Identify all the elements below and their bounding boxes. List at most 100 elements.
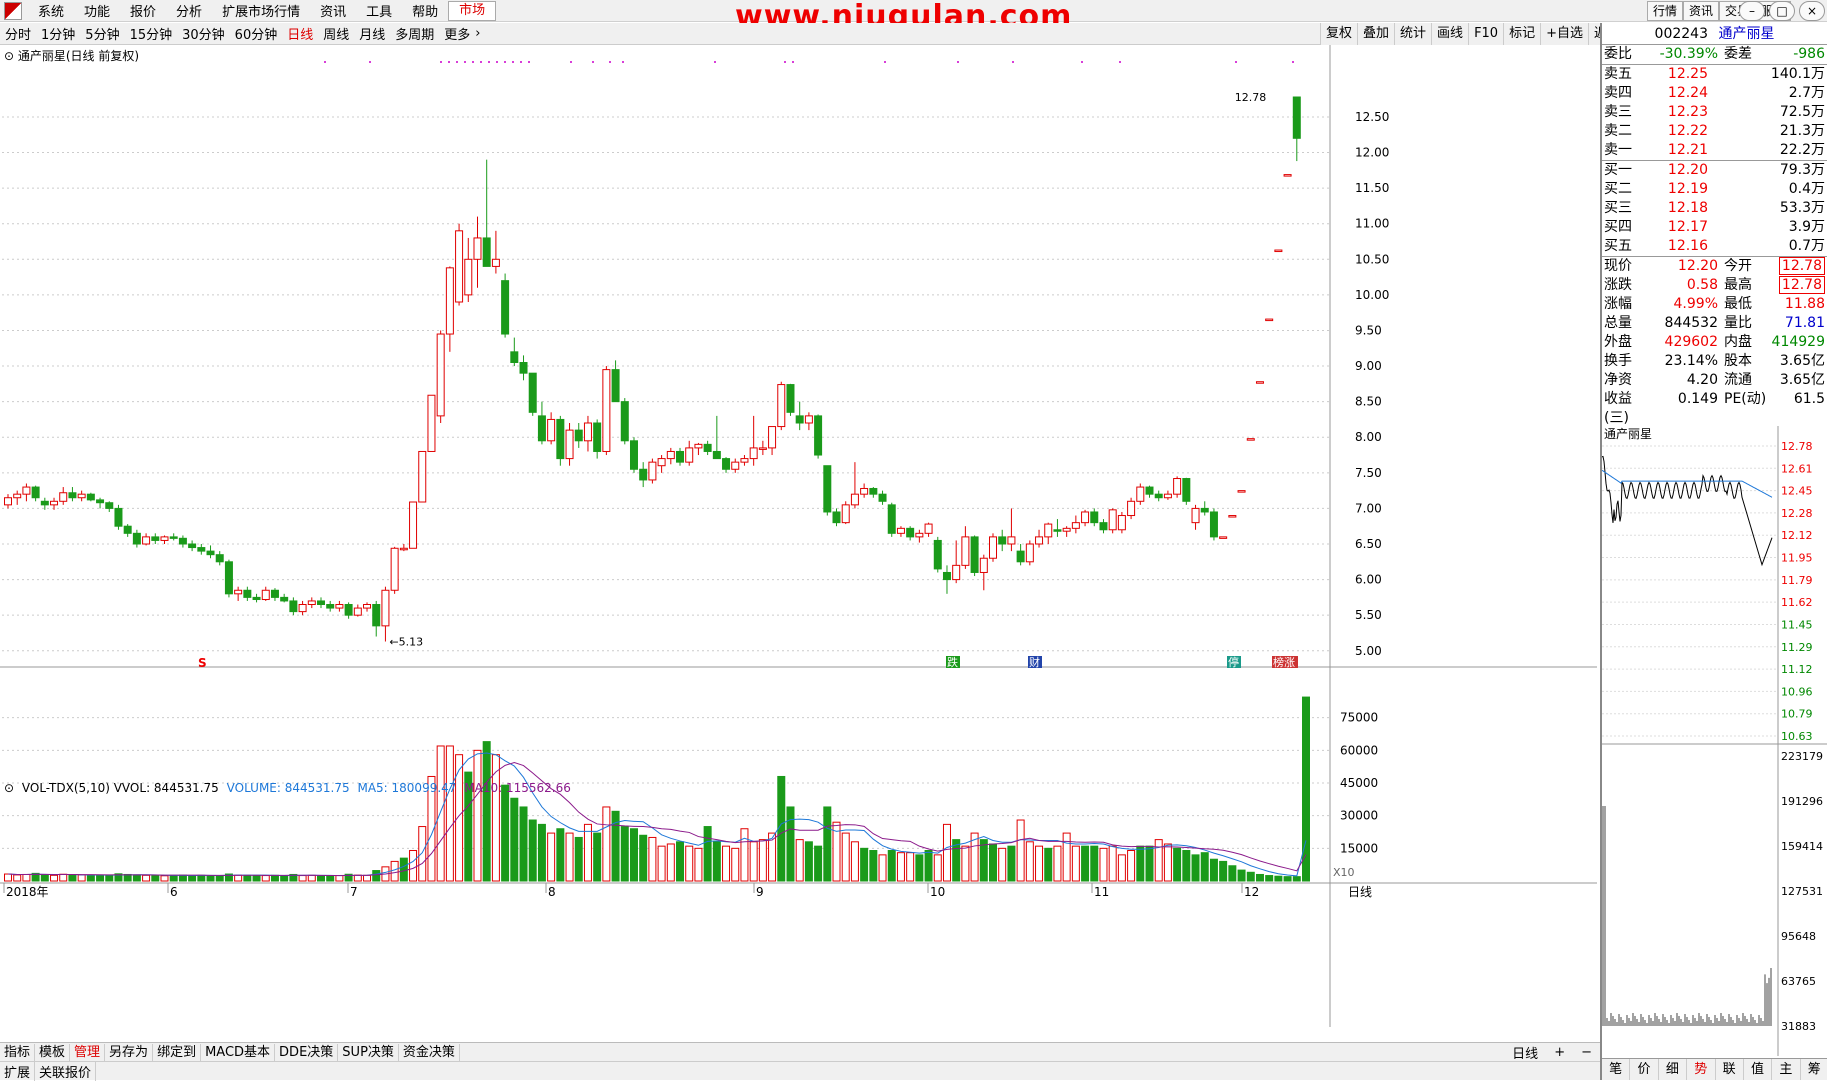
sell-order-row[interactable]: 卖五 12.25 140.1万 bbox=[1602, 65, 1827, 84]
f10-button[interactable]: F10 bbox=[1468, 23, 1503, 45]
sell-order-row[interactable]: 卖二 12.22 21.3万 bbox=[1602, 122, 1827, 141]
candle-body bbox=[78, 494, 85, 498]
zoom-in-icon[interactable]: + bbox=[1546, 1045, 1573, 1060]
candle-body bbox=[769, 427, 776, 448]
kline-chart[interactable]: 5.00 5.50 6.00 6.50 7.00 7.50 8.00 8.50 9.00 9.50… bbox=[0, 45, 1597, 1027]
intraday-chart[interactable]: 通产丽星 12.78 12.61 12.45 12.28 12.12 11.95 11.79… bbox=[1602, 426, 1827, 1056]
period-more[interactable]: 更多 bbox=[439, 24, 475, 43]
buy-order-row[interactable]: 买五 12.16 0.7万 bbox=[1602, 237, 1827, 256]
menu-system[interactable]: 系统 bbox=[28, 1, 74, 20]
draw-button[interactable]: 画线 bbox=[1431, 23, 1468, 45]
sup-button[interactable]: SUP决策 bbox=[338, 1044, 399, 1061]
volume-bar bbox=[189, 876, 196, 881]
menu-analysis[interactable]: 分析 bbox=[166, 1, 212, 20]
menu-function[interactable]: 功能 bbox=[74, 1, 120, 20]
candle-body bbox=[1091, 512, 1098, 523]
buy-order-row[interactable]: 买三 12.18 53.3万 bbox=[1602, 199, 1827, 218]
sell-order-row[interactable]: 卖一 12.21 22.2万 bbox=[1602, 141, 1827, 160]
indicator-button[interactable]: 指标 bbox=[0, 1044, 35, 1061]
candle-body bbox=[23, 487, 30, 494]
menu-quote[interactable]: 报价 bbox=[120, 1, 166, 20]
stock-code: 002243 bbox=[1655, 26, 1708, 42]
buy-order-row[interactable]: 买一 12.20 79.3万 bbox=[1602, 161, 1827, 180]
buy-order-row[interactable]: 买二 12.19 0.4万 bbox=[1602, 180, 1827, 199]
period-multi[interactable]: 多周期 bbox=[390, 24, 439, 43]
vol-tick-label: 45000 bbox=[1340, 776, 1378, 790]
collapse-icon[interactable]: ⊙ bbox=[4, 781, 14, 795]
save-as-button[interactable]: 另存为 bbox=[105, 1044, 153, 1061]
panel-tab[interactable]: 值 bbox=[1744, 1059, 1772, 1080]
period-weekly[interactable]: 周线 bbox=[318, 24, 354, 43]
minimize-icon[interactable]: – bbox=[1739, 1, 1765, 21]
sell-order-row[interactable]: 卖三 12.23 72.5万 bbox=[1602, 103, 1827, 122]
candle-body bbox=[603, 370, 610, 452]
sell-order-row[interactable]: 卖四 12.24 2.7万 bbox=[1602, 84, 1827, 103]
period-5min[interactable]: 5分钟 bbox=[80, 24, 124, 43]
info-dot bbox=[456, 61, 458, 63]
stat-value: 429602 bbox=[1650, 333, 1718, 352]
period-1min[interactable]: 1分钟 bbox=[36, 24, 80, 43]
order-price: 12.20 bbox=[1650, 161, 1708, 180]
dde-button[interactable]: DDE决策 bbox=[275, 1044, 338, 1061]
mark-button[interactable]: 标记 bbox=[1503, 23, 1540, 45]
period-60min[interactable]: 60分钟 bbox=[230, 24, 283, 43]
panel-tab[interactable]: 细 bbox=[1659, 1059, 1687, 1080]
bind-button[interactable]: 绑定到 bbox=[153, 1044, 201, 1061]
candle-body bbox=[400, 548, 407, 550]
volume-bar bbox=[69, 875, 76, 881]
adjust-button[interactable]: 复权 bbox=[1320, 23, 1357, 45]
volume-bar bbox=[1303, 697, 1310, 881]
period-timeshare[interactable]: 分时 bbox=[0, 24, 36, 43]
stat-label: 收益(三) bbox=[1604, 390, 1650, 409]
close-icon[interactable]: × bbox=[1799, 1, 1825, 21]
panel-tab[interactable]: 联 bbox=[1716, 1059, 1744, 1080]
panel-tab[interactable]: 笔 bbox=[1602, 1059, 1630, 1080]
menu-news[interactable]: 资讯 bbox=[310, 1, 356, 20]
info-dot bbox=[448, 61, 450, 63]
menu-extended-market[interactable]: 扩展市场行情 bbox=[212, 1, 310, 20]
fund-button[interactable]: 资金决策 bbox=[399, 1044, 460, 1061]
volume-bar bbox=[308, 875, 315, 881]
tab-news[interactable]: 资讯 bbox=[1683, 1, 1719, 21]
overlay-button[interactable]: 叠加 bbox=[1357, 23, 1394, 45]
candle-body bbox=[1118, 516, 1125, 530]
collapse-icon[interactable]: ⊙ bbox=[4, 49, 18, 63]
intraday-avg-line bbox=[1602, 470, 1772, 497]
panel-tab[interactable]: 主 bbox=[1772, 1059, 1800, 1080]
maximize-icon[interactable]: □ bbox=[1769, 1, 1795, 21]
order-volume: 140.1万 bbox=[1708, 65, 1825, 84]
template-button[interactable]: 模板 bbox=[35, 1044, 70, 1061]
candle-body bbox=[446, 268, 453, 334]
panel-tab[interactable]: 势 bbox=[1687, 1059, 1715, 1080]
menu-help[interactable]: 帮助 bbox=[402, 1, 448, 20]
panel-tab[interactable]: 价 bbox=[1630, 1059, 1658, 1080]
period-monthly[interactable]: 月线 bbox=[354, 24, 390, 43]
chevron-right-icon[interactable]: › bbox=[475, 26, 480, 41]
period-30min[interactable]: 30分钟 bbox=[177, 24, 230, 43]
period-15min[interactable]: 15分钟 bbox=[125, 24, 178, 43]
menu-market[interactable]: 市场 bbox=[448, 1, 496, 21]
stats-button[interactable]: 统计 bbox=[1394, 23, 1431, 45]
related-quote-button[interactable]: 关联报价 bbox=[35, 1062, 96, 1081]
candle-body bbox=[713, 451, 720, 458]
volume-bar bbox=[1238, 870, 1245, 881]
volume-bar bbox=[317, 876, 324, 881]
buy-order-row[interactable]: 买四 12.17 3.9万 bbox=[1602, 218, 1827, 237]
tab-quotes[interactable]: 行情 bbox=[1647, 1, 1683, 21]
add-watchlist-button[interactable]: +自选 bbox=[1540, 23, 1588, 45]
period-label[interactable]: 日线 bbox=[1504, 1043, 1546, 1062]
macd-button[interactable]: MACD基本 bbox=[201, 1044, 275, 1061]
period-daily[interactable]: 日线 bbox=[282, 24, 318, 43]
candle-body bbox=[198, 548, 205, 552]
candle-body bbox=[584, 423, 591, 441]
manage-button[interactable]: 管理 bbox=[70, 1044, 105, 1061]
candle-body bbox=[1063, 528, 1070, 531]
extend-button[interactable]: 扩展 bbox=[0, 1062, 35, 1081]
panel-tab[interactable]: 筹 bbox=[1801, 1059, 1827, 1080]
menu-tools[interactable]: 工具 bbox=[356, 1, 402, 20]
zoom-out-icon[interactable]: − bbox=[1573, 1045, 1600, 1060]
candle-body bbox=[594, 423, 601, 451]
chart-area[interactable]: 5.00 5.50 6.00 6.50 7.00 7.50 8.00 8.50 9.00 9.50… bbox=[0, 45, 1597, 1027]
stock-name[interactable]: 通产丽星 bbox=[1718, 26, 1774, 42]
stat-label: 量比 bbox=[1718, 314, 1764, 333]
